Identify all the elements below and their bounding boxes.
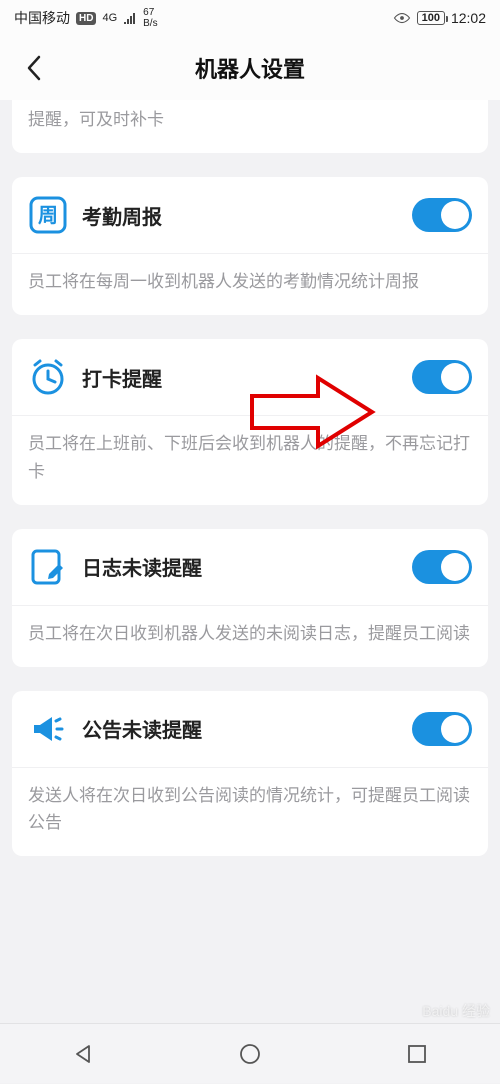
signal-bars-icon (123, 12, 137, 24)
setting-row: 打卡提醒 (12, 339, 488, 415)
toggle-journal-unread[interactable] (412, 550, 472, 584)
toggle-clock-reminder[interactable] (412, 360, 472, 394)
nav-back-button[interactable] (33, 1024, 133, 1084)
triangle-left-icon (71, 1042, 95, 1066)
toggle-weekly-report[interactable] (412, 198, 472, 232)
chevron-left-icon (26, 55, 42, 81)
toggle-announcement-unread[interactable] (412, 712, 472, 746)
week-badge-icon: 周 (28, 195, 68, 235)
settings-list: 提醒，可及时补卡 周 考勤周报 员工将在每周一收到机器人发送的考勤情况统计周报 (0, 100, 500, 856)
status-left: 中国移动 HD 4G 67 B/s (14, 7, 158, 29)
setting-desc: 发送人将在次日收到公告阅读的情况统计，可提醒员工阅读公告 (12, 767, 488, 856)
setting-title: 日志未读提醒 (82, 552, 398, 581)
watermark: Baidu 经验 (422, 1001, 490, 1021)
setting-title: 公告未读提醒 (82, 714, 398, 743)
nav-recent-button[interactable] (367, 1024, 467, 1084)
clock-alarm-icon (28, 357, 68, 397)
setting-desc: 员工将在次日收到机器人发送的未阅读日志，提醒员工阅读 (12, 605, 488, 667)
eye-icon (393, 12, 411, 24)
back-button[interactable] (18, 52, 50, 84)
setting-row: 公告未读提醒 (12, 691, 488, 767)
journal-edit-icon (28, 547, 68, 587)
setting-card-weekly-report: 周 考勤周报 员工将在每周一收到机器人发送的考勤情况统计周报 (12, 177, 488, 315)
setting-desc: 员工将在每周一收到机器人发送的考勤情况统计周报 (12, 253, 488, 315)
page-title: 机器人设置 (0, 52, 500, 84)
status-bar: 中国移动 HD 4G 67 B/s 100 12:02 (0, 0, 500, 36)
page-header: 机器人设置 (0, 36, 500, 100)
setting-card-partial: 提醒，可及时补卡 (12, 100, 488, 153)
setting-title: 打卡提醒 (82, 363, 398, 392)
circle-icon (238, 1042, 262, 1066)
system-nav-bar (0, 1023, 500, 1083)
setting-title: 考勤周报 (82, 201, 398, 230)
nav-home-button[interactable] (200, 1024, 300, 1084)
setting-card-clock-reminder: 打卡提醒 员工将在上班前、下班后会收到机器人的提醒，不再忘记打卡 (12, 339, 488, 504)
setting-card-announcement-unread: 公告未读提醒 发送人将在次日收到公告阅读的情况统计，可提醒员工阅读公告 (12, 691, 488, 856)
megaphone-icon (28, 709, 68, 749)
square-icon (406, 1043, 428, 1065)
setting-desc: 提醒，可及时补卡 (12, 100, 488, 153)
status-right: 100 12:02 (393, 10, 486, 26)
network-speed: 67 B/s (143, 7, 157, 29)
network-label: 4G (102, 13, 117, 24)
battery-indicator: 100 (417, 11, 445, 25)
hd-badge: HD (76, 12, 96, 25)
setting-desc: 员工将在上班前、下班后会收到机器人的提醒，不再忘记打卡 (12, 415, 488, 504)
setting-row: 日志未读提醒 (12, 529, 488, 605)
setting-row: 周 考勤周报 (12, 177, 488, 253)
carrier-label: 中国移动 (14, 8, 70, 28)
svg-text:周: 周 (38, 205, 58, 227)
clock-label: 12:02 (451, 10, 486, 26)
setting-card-journal-unread: 日志未读提醒 员工将在次日收到机器人发送的未阅读日志，提醒员工阅读 (12, 529, 488, 667)
